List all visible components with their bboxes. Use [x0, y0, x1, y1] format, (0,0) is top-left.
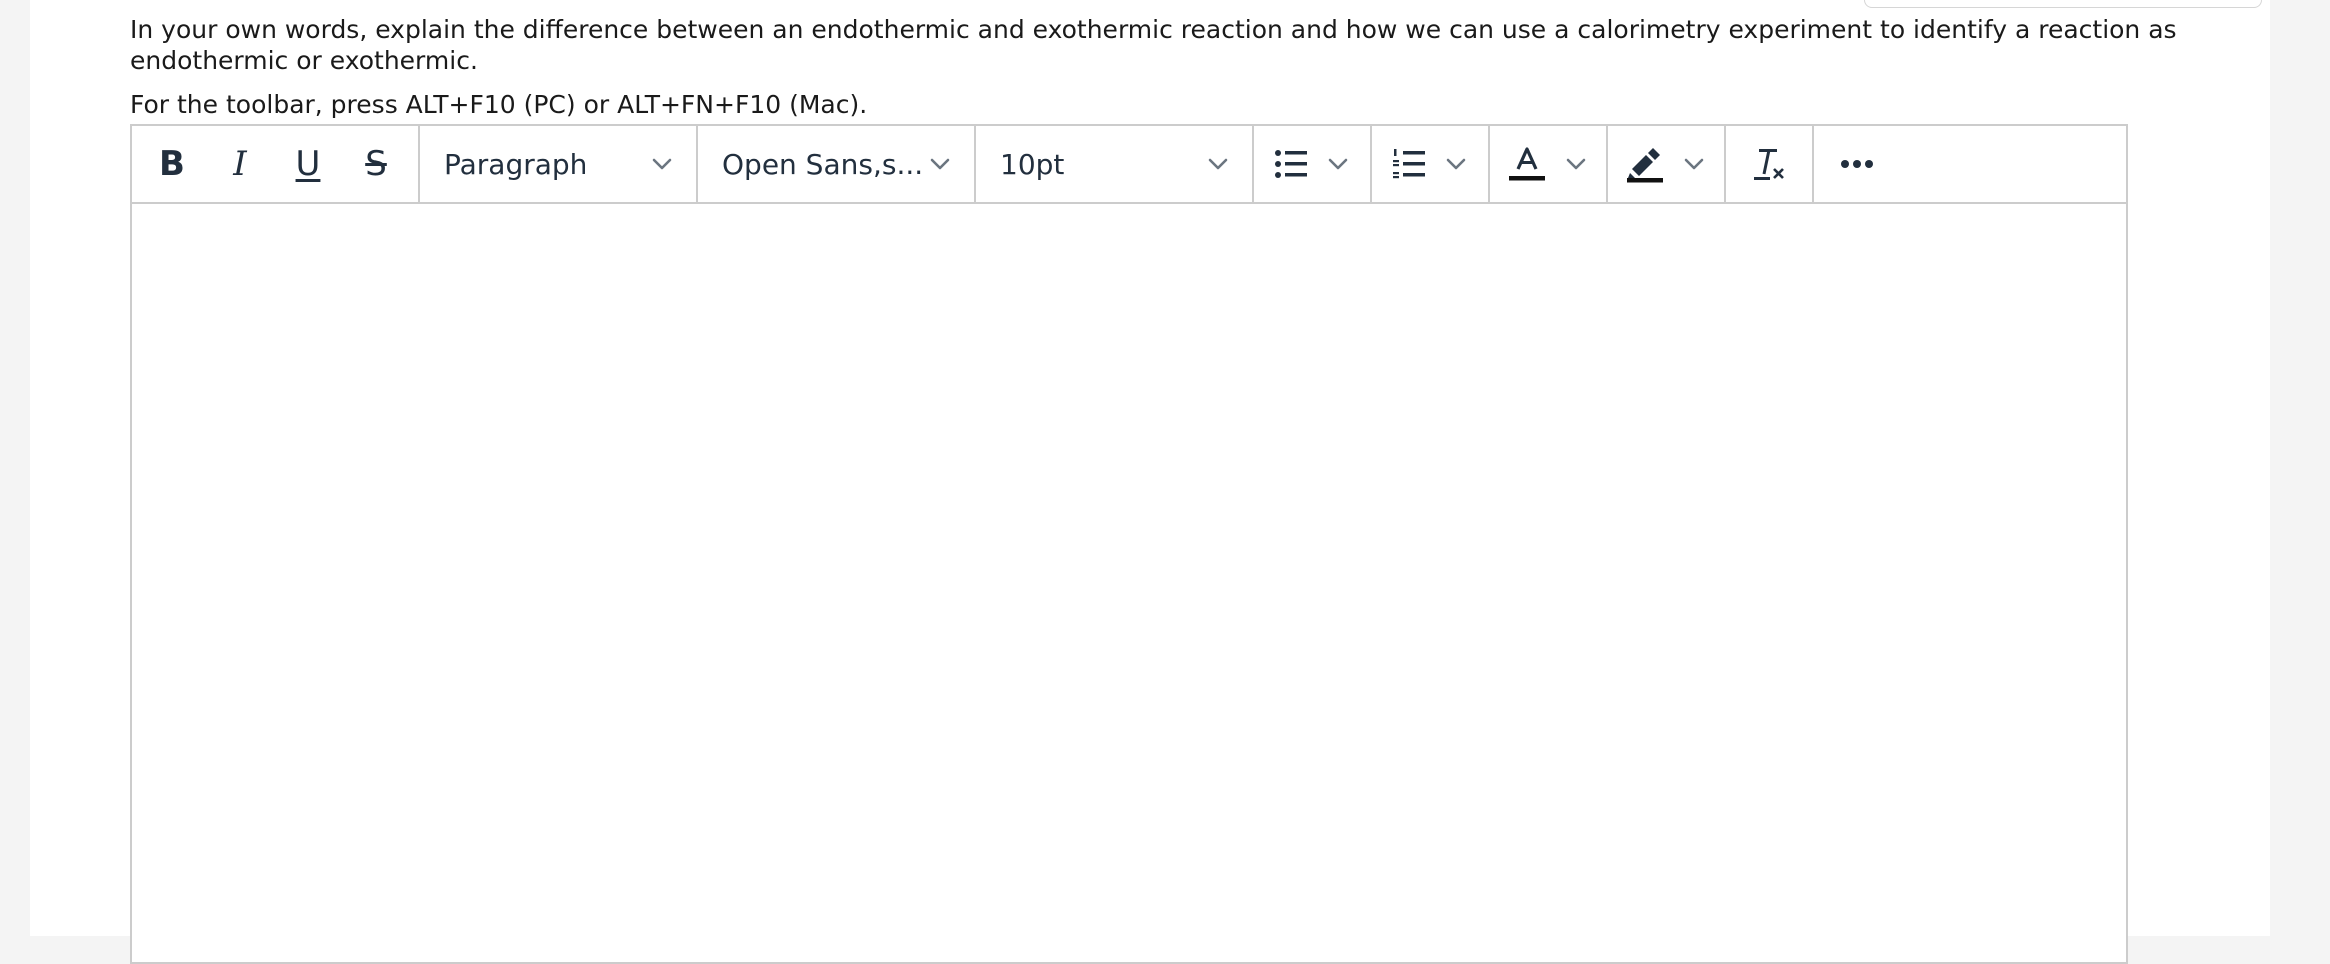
chevron-down-icon: [1208, 158, 1228, 170]
text-color-icon: [1509, 147, 1545, 181]
numbered-list-icon: [1393, 149, 1425, 179]
rich-text-editor: B I U S Paragraph Open Sans,s... 10pt: [130, 124, 2128, 964]
highlight-color-button[interactable]: [1608, 126, 1726, 202]
highlight-icon: [1627, 148, 1663, 183]
block-format-select[interactable]: Paragraph: [420, 126, 698, 202]
font-family-select[interactable]: Open Sans,s...: [698, 126, 976, 202]
font-family-label: Open Sans,s...: [722, 147, 924, 181]
formatting-group: B I U S: [132, 126, 420, 202]
clear-formatting-button[interactable]: [1726, 126, 1814, 202]
more-options-button[interactable]: [1814, 126, 1900, 202]
chevron-down-icon[interactable]: [1444, 152, 1468, 176]
bold-button[interactable]: B: [138, 126, 206, 202]
clear-formatting-icon: [1754, 149, 1784, 180]
underline-button[interactable]: U: [274, 126, 342, 202]
editor-toolbar: B I U S Paragraph Open Sans,s... 10pt: [132, 126, 2126, 204]
page: In your own words, explain the differenc…: [30, 0, 2270, 964]
text-color-button[interactable]: [1490, 126, 1608, 202]
chevron-down-icon: [930, 158, 950, 170]
chevron-down-icon[interactable]: [1326, 152, 1350, 176]
bullet-list-icon: [1275, 150, 1307, 178]
more-icon: [1841, 160, 1873, 168]
toolbar-hint: For the toolbar, press ALT+F10 (PC) or A…: [130, 90, 868, 119]
font-size-select[interactable]: 10pt: [976, 126, 1254, 202]
block-format-label: Paragraph: [444, 147, 588, 181]
question-prompt: In your own words, explain the differenc…: [130, 15, 2177, 75]
editor-content-area[interactable]: [132, 204, 2126, 962]
numbered-list-button[interactable]: [1372, 126, 1490, 202]
top-card: [1864, 0, 2262, 8]
chevron-down-icon[interactable]: [1682, 152, 1706, 176]
chevron-down-icon: [652, 158, 672, 170]
font-size-label: 10pt: [1000, 147, 1065, 181]
bullet-list-button[interactable]: [1254, 126, 1372, 202]
italic-button[interactable]: I: [206, 126, 274, 202]
chevron-down-icon[interactable]: [1564, 152, 1588, 176]
strikethrough-button[interactable]: S: [342, 126, 410, 202]
